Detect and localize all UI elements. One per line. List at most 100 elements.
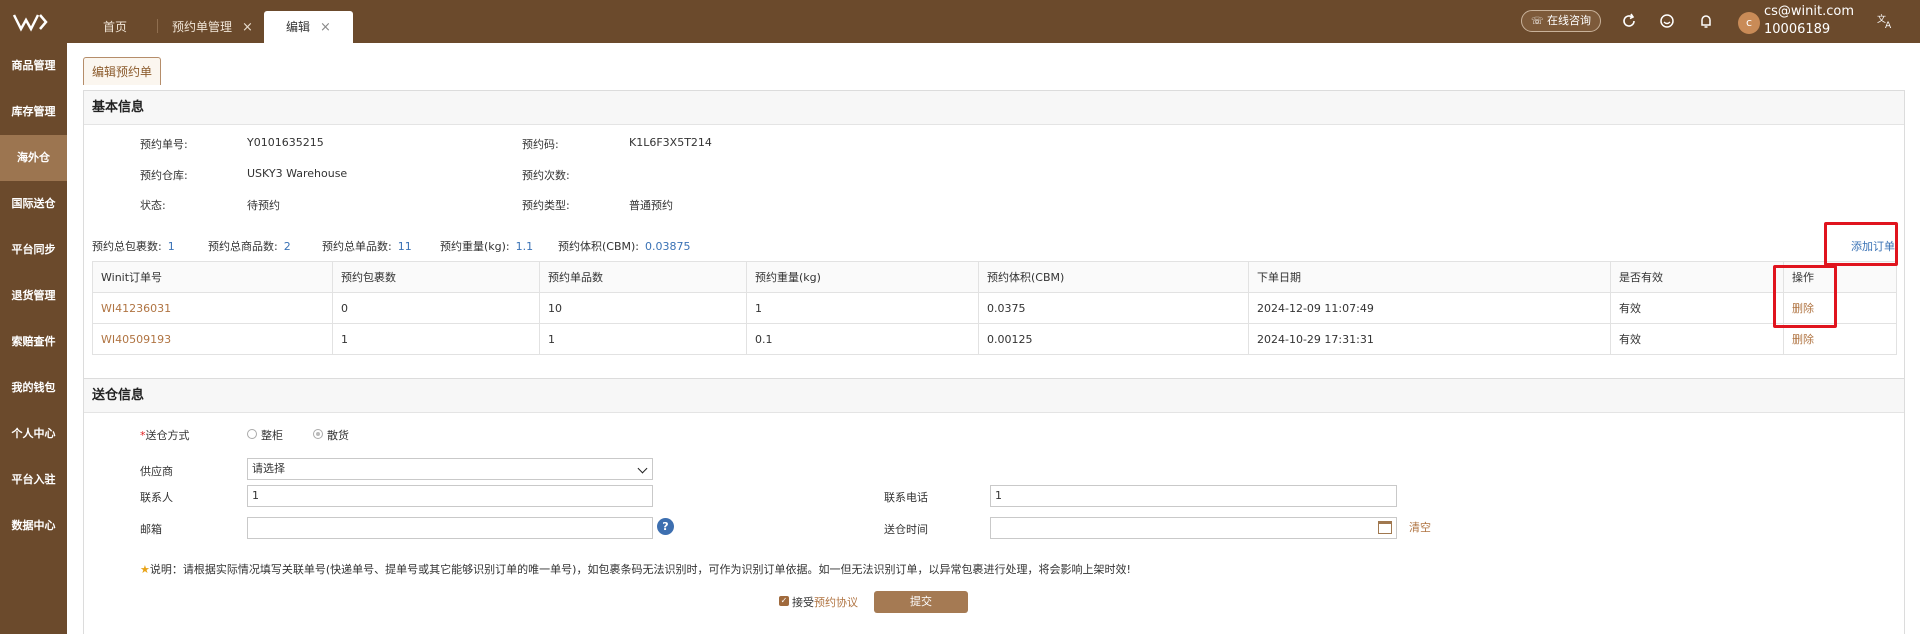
type-label: 预约类型: bbox=[522, 199, 570, 212]
cell-packages: 0 bbox=[332, 292, 540, 324]
stat-weight: 预约重量(kg): 1.1 bbox=[440, 240, 534, 253]
sidebar-item-inventory[interactable]: 库存管理 bbox=[0, 89, 67, 135]
code-value: K1L6F3X5T214 bbox=[629, 136, 712, 149]
headset-icon: ☏ bbox=[1530, 16, 1544, 27]
help-icon[interactable]: ? bbox=[657, 518, 674, 535]
delivery-time-input[interactable] bbox=[990, 517, 1397, 539]
sidebar-item-claims[interactable]: 索赔查件 bbox=[0, 319, 67, 365]
tab-edit[interactable]: 编辑 × bbox=[264, 11, 353, 43]
cell-volume: 0.00125 bbox=[978, 323, 1249, 355]
section-title: 基本信息 bbox=[84, 91, 1904, 125]
cell-order-date: 2024-12-09 11:07:49 bbox=[1248, 292, 1611, 324]
phone-label: 联系电话 bbox=[884, 491, 928, 504]
mailbox-label: 邮箱 bbox=[140, 523, 162, 536]
clear-button[interactable]: 清空 bbox=[1409, 519, 1431, 535]
highlight-actions bbox=[1773, 265, 1837, 328]
bell-icon[interactable] bbox=[1697, 12, 1715, 30]
star-icon: ★ bbox=[140, 563, 150, 576]
sidebar: 商品管理 库存管理 海外仓 国际送仓 平台同步 退货管理 索赔查件 我的钱包 个… bbox=[0, 43, 67, 634]
orders-table: Winit订单号 预约包裹数 预约单品数 预约重量(kg) 预约体积(CBM) … bbox=[92, 261, 1897, 355]
agree-checkbox[interactable]: ✓ bbox=[779, 596, 789, 606]
close-icon[interactable]: × bbox=[242, 20, 253, 35]
submit-button[interactable]: 提交 bbox=[874, 591, 968, 613]
col-items: 预约单品数 bbox=[539, 261, 747, 293]
agree-text: 接受预约协议 bbox=[792, 596, 858, 609]
col-winit-order: Winit订单号 bbox=[92, 261, 333, 293]
delivery-info-panel: 送仓信息 *送仓方式 整柜 散货 供应商 请选择 联系人 1 联系电话 1 邮箱… bbox=[83, 378, 1905, 634]
warehouse-value: USKY3 Warehouse bbox=[247, 167, 348, 180]
stat-total-packages: 预约总包裹数: 1 bbox=[92, 240, 175, 253]
sidebar-item-wallet[interactable]: 我的钱包 bbox=[0, 365, 67, 411]
cell-volume: 0.0375 bbox=[978, 292, 1249, 324]
svg-text:A: A bbox=[1885, 21, 1892, 30]
page-tab-edit-appointment[interactable]: 编辑预约单 bbox=[83, 57, 162, 85]
count-label: 预约次数: bbox=[522, 169, 570, 182]
winit-logo[interactable] bbox=[12, 12, 52, 32]
radio-bulk-label: 散货 bbox=[327, 429, 349, 442]
chevron-down-icon bbox=[637, 463, 648, 474]
tab-home[interactable]: 首页 bbox=[103, 11, 127, 43]
sidebar-item-returns[interactable]: 退货管理 bbox=[0, 273, 67, 319]
sidebar-item-data-center[interactable]: 数据中心 bbox=[0, 503, 67, 549]
cell-valid: 有效 bbox=[1610, 292, 1784, 324]
col-volume: 预约体积(CBM) bbox=[978, 261, 1249, 293]
delivery-note: ★说明：请根据实际情况填写关联单号(快递单号、提单号或其它能够识别订单的唯一单号… bbox=[140, 563, 1131, 576]
refresh-icon[interactable] bbox=[1620, 12, 1638, 30]
cell-order-date: 2024-10-29 17:31:31 bbox=[1248, 323, 1611, 355]
cell-items: 1 bbox=[539, 323, 747, 355]
code-label: 预约码: bbox=[522, 138, 559, 151]
col-valid: 是否有效 bbox=[1610, 261, 1784, 293]
table-header-row: Winit订单号 预约包裹数 预约单品数 预约重量(kg) 预约体积(CBM) … bbox=[92, 261, 1897, 293]
sidebar-item-products[interactable]: 商品管理 bbox=[0, 43, 67, 89]
sidebar-item-platform-onboarding[interactable]: 平台入驻 bbox=[0, 457, 67, 503]
cell-weight: 0.1 bbox=[746, 323, 979, 355]
radio-full-container[interactable] bbox=[247, 429, 257, 439]
section-title: 送仓信息 bbox=[84, 379, 1904, 413]
warehouse-label: 预约仓库: bbox=[140, 169, 188, 182]
order-no-value: Y0101635215 bbox=[247, 136, 324, 149]
status-value: 待预约 bbox=[247, 199, 280, 212]
close-icon[interactable]: × bbox=[320, 20, 331, 35]
agreement-link[interactable]: 预约协议 bbox=[814, 596, 858, 609]
sidebar-item-platform-sync[interactable]: 平台同步 bbox=[0, 227, 67, 273]
sidebar-item-overseas-warehouse[interactable]: 海外仓 bbox=[0, 135, 67, 181]
sidebar-item-international-delivery[interactable]: 国际送仓 bbox=[0, 181, 67, 227]
user-email: cs@winit.com bbox=[1764, 4, 1855, 19]
online-consult-button[interactable]: ☏ 在线咨询 bbox=[1521, 10, 1601, 32]
tab-separator bbox=[157, 19, 158, 33]
mailbox-input[interactable] bbox=[247, 517, 653, 539]
basic-info-panel: 基本信息 预约单号: Y0101635215 预约码: K1L6F3X5T214… bbox=[83, 90, 1905, 412]
status-label: 状态: bbox=[140, 199, 166, 212]
highlight-add-order bbox=[1824, 222, 1898, 266]
main-content: 编辑预约单 基本信息 预约单号: Y0101635215 预约码: K1L6F3… bbox=[67, 43, 1920, 634]
supplier-select[interactable]: 请选择 bbox=[247, 458, 653, 480]
stat-total-items: 预约总单品数: 11 bbox=[322, 240, 412, 253]
smile-icon[interactable] bbox=[1658, 12, 1676, 30]
delete-button[interactable]: 删除 bbox=[1783, 323, 1897, 355]
cell-valid: 有效 bbox=[1610, 323, 1784, 355]
calendar-icon[interactable] bbox=[1378, 521, 1392, 534]
phone-input[interactable]: 1 bbox=[990, 485, 1397, 507]
table-row: WI40509193 1 1 0.1 0.00125 2024-10-29 17… bbox=[92, 323, 1897, 355]
stat-volume: 预约体积(CBM): 0.03875 bbox=[558, 240, 691, 253]
table-row: WI41236031 0 10 1 0.0375 2024-12-09 11:0… bbox=[92, 292, 1897, 324]
radio-bulk[interactable] bbox=[313, 429, 323, 439]
radio-full-container-label: 整柜 bbox=[261, 429, 283, 442]
cell-items: 10 bbox=[539, 292, 747, 324]
cell-packages: 1 bbox=[332, 323, 540, 355]
user-id: 10006189 bbox=[1764, 22, 1831, 37]
supplier-label: 供应商 bbox=[140, 465, 173, 478]
contact-input[interactable]: 1 bbox=[247, 485, 653, 507]
sidebar-item-profile[interactable]: 个人中心 bbox=[0, 411, 67, 457]
order-link[interactable]: WI40509193 bbox=[92, 323, 333, 355]
tab-appointment-management[interactable]: 预约单管理 × bbox=[172, 11, 253, 43]
delivery-method-label: *送仓方式 bbox=[140, 429, 190, 442]
cell-weight: 1 bbox=[746, 292, 979, 324]
col-weight: 预约重量(kg) bbox=[746, 261, 979, 293]
translate-icon[interactable]: 文 A bbox=[1876, 12, 1894, 30]
stat-total-products: 预约总商品数: 2 bbox=[208, 240, 291, 253]
order-link[interactable]: WI41236031 bbox=[92, 292, 333, 324]
avatar[interactable]: c bbox=[1738, 12, 1760, 34]
contact-label: 联系人 bbox=[140, 491, 173, 504]
user-info[interactable]: cs@winit.com 10006189 bbox=[1764, 3, 1854, 39]
